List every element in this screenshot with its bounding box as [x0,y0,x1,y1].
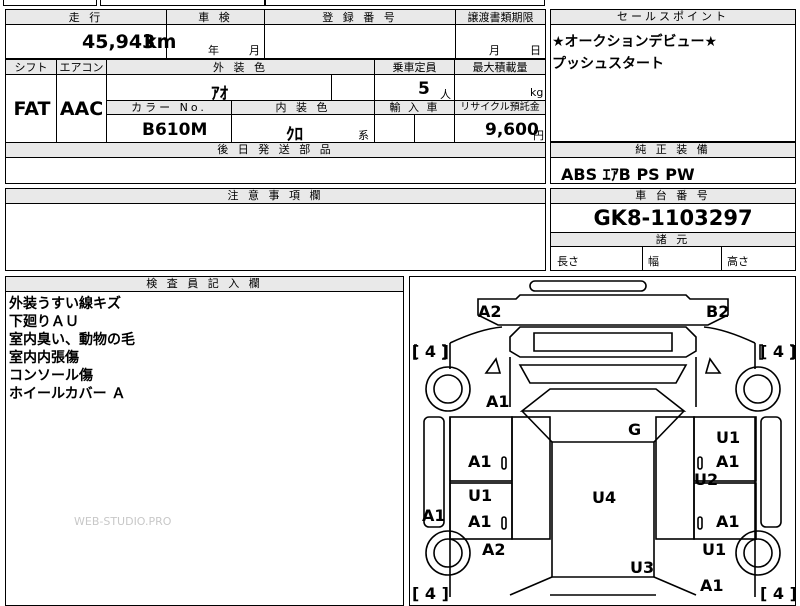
mileage-unit: km [144,31,177,53]
car-diagram-box: A2 B2 [ 4 ] [ 4 ] A1 G U1 A1 A1 U2 U1 U4… [409,276,796,606]
mark-a2-front-left: A2 [478,302,502,321]
tire-mark-rear-right: [ 4 ] [760,584,795,603]
genuine-equipment-value: ABS ｴｱB PS PW [561,165,695,184]
dimension-length-label: 長さ [557,255,579,268]
color-no-value: B610M [142,120,208,140]
watermark: WEB-STUDIO.PRO [74,515,172,528]
chassis-label: 車 台 番 号 [551,189,795,204]
capacity-value: 5 [418,79,430,99]
import-label: 輸 入 車 [389,101,440,114]
mark-b2-front-right: B2 [706,302,729,321]
mark-u2-right-center: U2 [694,470,718,489]
mark-a1-left-sill: A1 [422,506,446,525]
shift-label: シフト [14,61,48,74]
sales-point-box: セールスポイント ★オークションデビュー★ プッシュスタート [550,9,796,142]
exterior-color-value: ｱｵ [211,84,228,104]
later-parts-label: 後 日 発 送 部 品 [6,143,545,158]
top-cutoff-box-2 [100,0,265,6]
genuine-equipment-label: 純 正 装 備 [551,143,795,158]
later-parts-box: 後 日 発 送 部 品 [5,142,546,184]
car-body-outline-diagram: A2 B2 [ 4 ] [ 4 ] A1 G U1 A1 A1 U2 U1 U4… [412,280,795,603]
inspector-note-2: 下廻りＡＵ [9,314,79,330]
mark-u1-right-front-a: U1 [716,428,740,447]
dimension-width-label: 幅 [648,255,659,268]
exterior-color-label: 外 装 色 [213,61,268,74]
inspector-notes-box: 検 査 員 記 入 欄 外装うすい線キズ 下廻りＡＵ 室内臭い、動物の毛 室内内… [5,276,404,606]
mark-g-windshield: G [628,420,641,439]
mark-a1-right-front-door: A1 [716,452,740,471]
mark-u4-roof: U4 [592,488,616,507]
inspection-label: 車 検 [198,11,233,24]
mark-u1-right-rear: U1 [702,540,726,559]
mark-a1-left-rear-door: A1 [468,512,492,531]
capacity-label: 乗車定員 [392,61,437,74]
mark-a1-left-front-door-a: A1 [468,452,492,471]
inspector-note-1: 外装うすい線キズ [9,296,121,312]
recycle-label: リサイクル預託金 [460,102,540,113]
aircon-value: AAC [59,98,104,120]
spec-table: シフト エアコン 外 装 色 乗車定員 最大積載量 カラー No. 内 装 色 … [5,59,546,145]
top-cutoff-box-1 [3,0,97,6]
dimension-height-label: 高さ [727,255,749,268]
dimensions-label: 諸 元 [551,232,795,247]
inspection-year-unit: 年 [208,44,219,57]
transfer-deadline-label: 譲渡書類期限 [467,11,534,24]
chassis-box: 車 台 番 号 GK8-1103297 諸 元 長さ 幅 高さ [550,188,796,271]
tire-mark-front-right: [ 4 ] [760,342,795,361]
inspector-note-5: コンソール傷 [9,368,93,384]
top-cutoff-box-3 [265,0,545,6]
genuine-equipment-box: 純 正 装 備 ABS ｴｱB PS PW [550,142,796,184]
inspector-note-6: ホイールカバー Ａ [9,386,126,402]
mark-a1-right-rear-quarter: A1 [700,576,724,595]
transfer-day-unit: 日 [530,44,541,57]
basic-info-table: 走 行 車 検 登 録 番 号 譲渡書類期限 45,943 km 年 月 月 日 [5,9,546,59]
sales-point-label: セールスポイント [551,10,795,25]
recycle-value: 9,600 [485,120,539,140]
mark-u3-rear: U3 [630,558,654,577]
inspector-label: 検 査 員 記 入 欄 [6,277,403,292]
interior-color-suffix: 系 [358,129,369,142]
transfer-month-unit: 月 [489,44,500,57]
recycle-unit: 円 [533,129,544,142]
caution-box: 注 意 事 項 欄 [5,188,546,271]
sales-point-2: プッシュスタート [552,56,664,72]
max-load-unit: kg [530,86,544,99]
capacity-unit: 人 [440,88,451,101]
chassis-value: GK8-1103297 [593,206,753,230]
sales-point-1: ★オークションデビュー★ [552,34,718,50]
mark-a1-right-rear-door: A1 [716,512,740,531]
inspection-month-unit: 月 [249,44,260,57]
tire-mark-front-left: [ 4 ] [412,342,449,361]
inspector-note-4: 室内内張傷 [9,350,79,366]
shift-value: FAT [13,98,51,120]
registration-label: 登 録 番 号 [322,11,398,24]
tire-mark-rear-left: [ 4 ] [412,584,449,603]
mileage-label: 走 行 [68,11,104,24]
inspector-note-3: 室内臭い、動物の毛 [9,332,135,348]
mark-a2-left-rear: A2 [482,540,506,559]
mark-a1-left-fender: A1 [486,392,510,411]
aircon-label: エアコン [59,61,104,74]
mark-u1-left-rear-door: U1 [468,486,492,505]
max-load-label: 最大積載量 [472,61,528,74]
interior-color-label: 内 装 色 [275,101,331,114]
caution-label: 注 意 事 項 欄 [6,189,545,204]
